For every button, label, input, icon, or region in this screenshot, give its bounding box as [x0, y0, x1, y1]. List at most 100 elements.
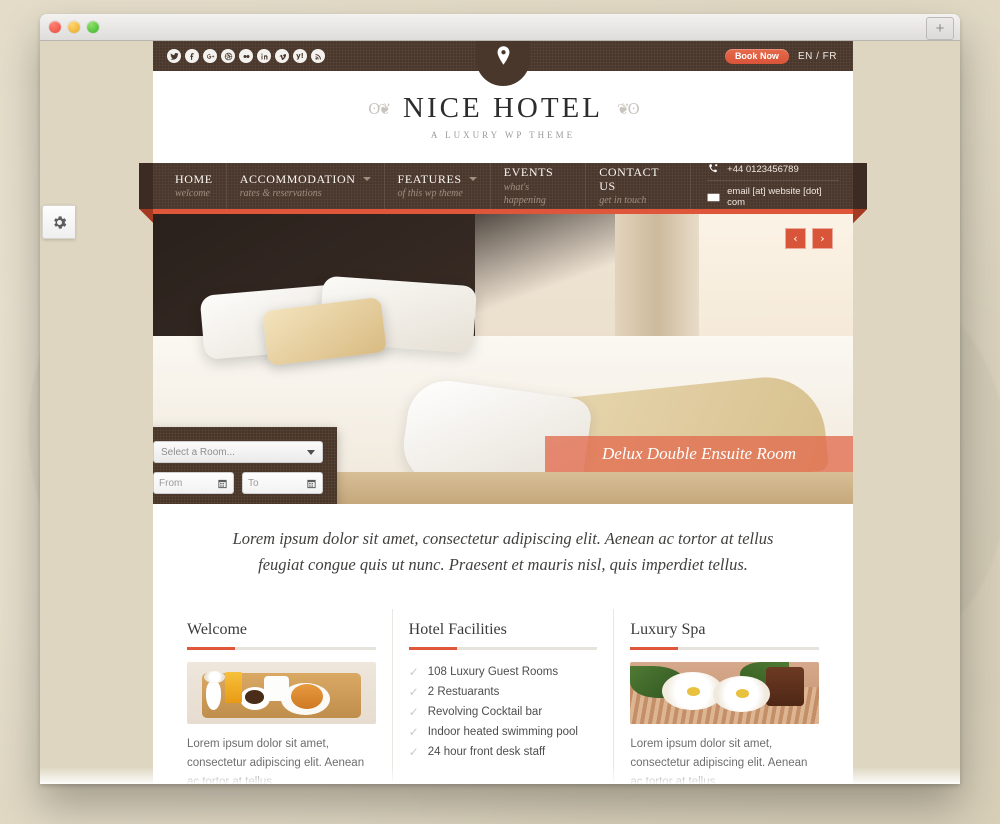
- top-bar-right: Book Now EN / FR: [724, 48, 853, 64]
- website-content: y! Book Now EN / FR ʘ❦ NICE HOTEL ❦ʘ A L…: [139, 41, 867, 784]
- rss-icon[interactable]: [311, 49, 325, 63]
- facilities-list: ✓ 108 Luxury Guest Rooms ✓ 2 Restuarants ✓…: [409, 662, 598, 762]
- nav-extension-left: [139, 163, 153, 209]
- vimeo-icon[interactable]: [275, 49, 289, 63]
- nav-contact-block: +44 0123456789 email [at] website [dot] …: [691, 163, 853, 209]
- flourish-left-icon: ʘ❦: [368, 99, 391, 118]
- flickr-icon[interactable]: [239, 49, 253, 63]
- column-heading: Luxury Spa: [630, 621, 706, 639]
- check-icon: ✓: [408, 725, 419, 740]
- phone-icon: [709, 164, 718, 173]
- date-to-input[interactable]: To: [242, 472, 323, 494]
- check-icon: ✓: [408, 685, 419, 700]
- date-from-input[interactable]: From: [153, 472, 234, 494]
- ribbon-fold-right: [853, 209, 867, 223]
- flourish-right-icon: ❦ʘ: [616, 99, 640, 118]
- heading-rule: [630, 647, 820, 651]
- list-item: ✓ Indoor heated swimming pool: [409, 722, 598, 742]
- column-welcome: Welcome Lorem ipsum dolor sit amet, cons…: [171, 609, 392, 784]
- intro-text: Lorem ipsum dolor sit amet, consectetur …: [153, 504, 853, 600]
- nav-subtitle: what's happening: [503, 181, 546, 206]
- phone-line[interactable]: +44 0123456789: [707, 164, 839, 175]
- minimize-window-button[interactable]: [68, 21, 80, 33]
- facility-label: 2 Restuarants: [427, 686, 500, 699]
- main-navigation: HOME welcome ACCOMMODATION rates & reser…: [153, 163, 853, 209]
- navigation-wrapper: HOME welcome ACCOMMODATION rates & reser…: [139, 163, 867, 223]
- nav-item-events[interactable]: EVENTS what's happening: [491, 163, 587, 209]
- slider-next-button[interactable]: ›: [812, 228, 833, 249]
- nav-item-home[interactable]: HOME welcome: [153, 163, 227, 209]
- nav-subtitle: get in touch: [599, 195, 647, 207]
- gear-icon: [53, 215, 66, 229]
- settings-side-tab[interactable]: [42, 205, 75, 239]
- nav-subtitle: of this wp theme: [397, 188, 463, 200]
- twitter-icon[interactable]: [167, 49, 181, 63]
- facility-label: Indoor heated swimming pool: [427, 726, 578, 739]
- dribbble-icon[interactable]: [221, 49, 235, 63]
- nav-item-features[interactable]: FEATURES of this wp theme: [385, 163, 491, 209]
- top-bar: y! Book Now EN / FR: [153, 41, 853, 86]
- slider-controls[interactable]: ‹ ›: [785, 228, 833, 249]
- nav-title: CONTACT US: [599, 164, 659, 193]
- column-hotel-facilities: Hotel Facilities ✓ 108 Luxury Guest Rooms…: [391, 609, 614, 784]
- date-to-placeholder: To: [248, 477, 259, 489]
- spa-flowers-photo: [630, 662, 820, 725]
- nav-subtitle: welcome: [175, 188, 210, 200]
- date-from-placeholder: From: [159, 477, 183, 489]
- hero-caption: Delux Double Ensuite Room: [545, 436, 853, 472]
- calendar-icon: [218, 479, 227, 488]
- chevron-down-icon: [468, 176, 477, 181]
- booking-widget: Select a Room... From To Book Now: [153, 427, 337, 504]
- envelope-icon: [707, 193, 720, 201]
- column-luxury-spa: Luxury Spa Lorem ipsum dolor sit amet, c…: [613, 609, 835, 784]
- nav-extension-right: [853, 163, 867, 209]
- contact-divider: [707, 180, 839, 181]
- column-heading: Hotel Facilities: [408, 621, 507, 639]
- google-plus-icon[interactable]: [203, 49, 217, 63]
- logo-row: ʘ❦ NICE HOTEL ❦ʘ: [368, 94, 640, 123]
- column-body: Lorem ipsum dolor sit amet, consectetur …: [630, 738, 808, 784]
- breakfast-tray-photo: [187, 662, 376, 725]
- book-now-top-button[interactable]: Book Now: [724, 48, 789, 64]
- site-logo[interactable]: NICE HOTEL: [403, 94, 603, 123]
- room-select-value: Select a Room...: [161, 446, 235, 458]
- heading-rule: [187, 647, 376, 651]
- slider-prev-button[interactable]: ‹: [785, 228, 806, 249]
- check-icon: ✓: [408, 665, 419, 680]
- language-switcher[interactable]: EN / FR: [798, 51, 837, 62]
- browser-titlebar: +: [40, 14, 960, 41]
- list-item: ✓ Revolving Cocktail bar: [409, 702, 598, 722]
- column-heading: Welcome: [187, 621, 248, 639]
- map-pin-icon: [497, 46, 509, 65]
- calendar-icon: [307, 479, 316, 488]
- phone-number: +44 0123456789: [727, 164, 799, 175]
- linkedin-icon[interactable]: [257, 49, 271, 63]
- nav-item-contact-us[interactable]: CONTACT US get in touch: [586, 163, 692, 209]
- facebook-icon[interactable]: [185, 49, 199, 63]
- date-fields: From To: [153, 472, 323, 494]
- new-tab-button[interactable]: +: [926, 17, 954, 40]
- email-line[interactable]: email [at] website [dot] com: [707, 186, 839, 208]
- nav-subtitle: rates & reservations: [239, 188, 322, 200]
- check-icon: ✓: [408, 705, 419, 720]
- ribbon-fold-left: [139, 209, 153, 223]
- nav-title: FEATURES: [397, 171, 462, 186]
- zoom-window-button[interactable]: [87, 21, 99, 33]
- email-address: email [at] website [dot] com: [727, 186, 822, 208]
- room-select[interactable]: Select a Room...: [153, 441, 323, 463]
- nav-item-accommodation[interactable]: ACCOMMODATION rates & reservations: [227, 163, 385, 209]
- chevron-down-icon: [307, 449, 315, 455]
- window-controls[interactable]: [49, 21, 99, 33]
- list-item: ✓ 108 Luxury Guest Rooms: [409, 662, 598, 682]
- yahoo-icon[interactable]: y!: [293, 49, 307, 63]
- facility-label: 24 hour front desk staff: [427, 746, 546, 759]
- facility-label: Revolving Cocktail bar: [427, 706, 543, 719]
- check-icon: ✓: [408, 745, 419, 760]
- site-tagline: A LUXURY WP THEME: [430, 130, 576, 140]
- social-links[interactable]: y!: [153, 49, 325, 63]
- close-window-button[interactable]: [49, 21, 61, 33]
- browser-window: + y! Book Now EN / FR ʘ❦ NICE HOTEL ❦ʘ A…: [40, 14, 960, 784]
- page-viewport: y! Book Now EN / FR ʘ❦ NICE HOTEL ❦ʘ A L…: [40, 41, 960, 784]
- nav-title: EVENTS: [503, 165, 554, 180]
- column-body: Lorem ipsum dolor sit amet, consectetur …: [187, 738, 365, 784]
